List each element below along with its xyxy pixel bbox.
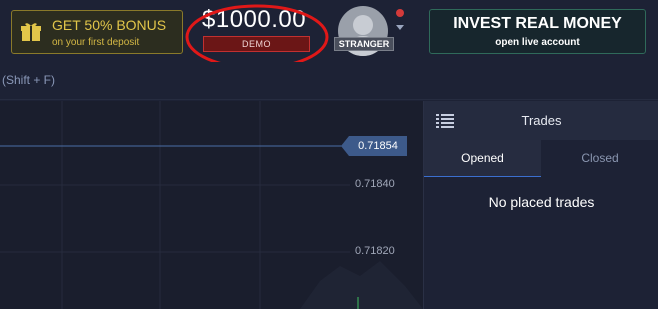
gift-icon bbox=[21, 23, 41, 41]
red-circle-annotation bbox=[185, 4, 329, 70]
price-chart[interactable]: 0.71854 0.71840 0.71820 bbox=[0, 101, 423, 309]
trades-panel: Trades Opened Closed No placed trades bbox=[423, 101, 658, 309]
search-shortcut-hint[interactable]: (Shift + F) bbox=[2, 73, 55, 87]
current-price-tag: 0.71854 bbox=[341, 136, 407, 156]
bonus-title: GET 50% BONUS bbox=[52, 17, 167, 33]
y-axis-label: 0.71820 bbox=[355, 245, 395, 257]
tab-opened[interactable]: Opened bbox=[424, 140, 541, 177]
chevron-down-icon[interactable] bbox=[396, 25, 404, 30]
empty-trades-message: No placed trades bbox=[488, 194, 595, 210]
user-name-badge: STRANGER bbox=[334, 37, 394, 51]
chart-canvas bbox=[0, 101, 423, 309]
notification-dot bbox=[396, 9, 404, 17]
invest-subtitle: open live account bbox=[495, 37, 580, 48]
trades-header: Trades bbox=[424, 101, 658, 140]
invest-real-money-button[interactable]: INVEST REAL MONEY open live account bbox=[429, 9, 646, 54]
bonus-button[interactable]: GET 50% BONUS on your first deposit bbox=[11, 10, 183, 54]
bonus-subtitle: on your first deposit bbox=[52, 37, 140, 48]
search-row: (Shift + F) bbox=[0, 62, 658, 100]
y-axis-label: 0.71840 bbox=[355, 178, 395, 190]
trades-title: Trades bbox=[521, 113, 562, 128]
top-bar: GET 50% BONUS on your first deposit $100… bbox=[0, 0, 658, 70]
tab-closed[interactable]: Closed bbox=[541, 140, 658, 177]
trades-tabs: Opened Closed bbox=[424, 140, 658, 177]
app-root: GET 50% BONUS on your first deposit $100… bbox=[0, 0, 658, 309]
invest-title: INVEST REAL MONEY bbox=[453, 15, 622, 32]
